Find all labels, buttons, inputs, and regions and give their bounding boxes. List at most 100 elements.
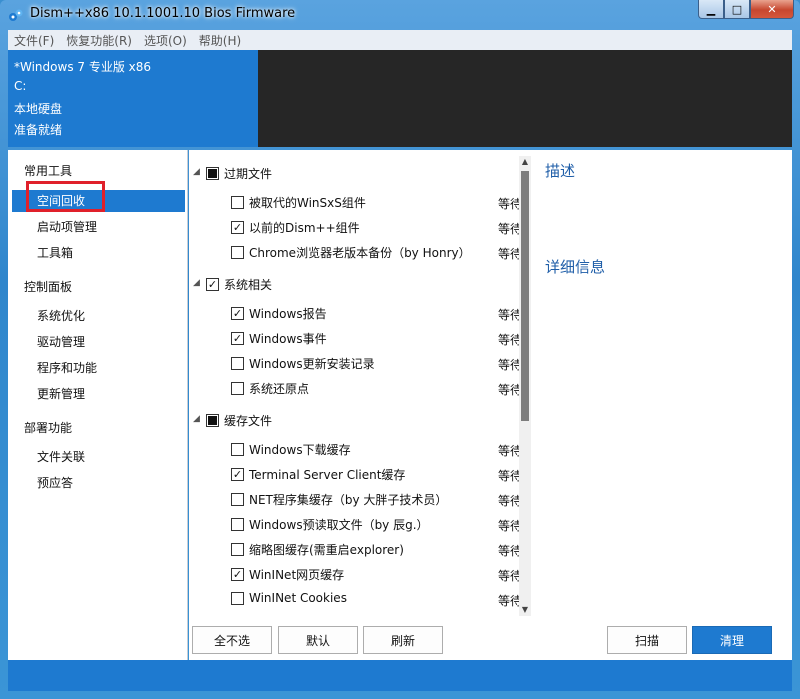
clean-button[interactable]: 清理 xyxy=(692,626,772,654)
scan-button[interactable]: 扫描 xyxy=(607,626,687,654)
menu-file[interactable]: 文件(F) xyxy=(8,32,60,49)
option-label: 缩略图缓存(需重启explorer) xyxy=(249,543,404,557)
option-status: 等待 xyxy=(498,222,520,236)
list-scrollbar[interactable]: ▲ ▼ xyxy=(519,156,531,616)
cleanup-content: ◢ 过期文件 被取代的WinSxS组件 等待 ✓ 以前的Dism++组件 等待 C… xyxy=(189,150,792,660)
category-cache[interactable]: 缓存文件 xyxy=(206,412,272,429)
category-system[interactable]: ✓ 系统相关 xyxy=(206,276,272,293)
highlight-annotation xyxy=(26,181,105,212)
option-row[interactable]: ✓ Windows事件 xyxy=(231,330,327,347)
category-label: 系统相关 xyxy=(224,278,273,292)
close-button[interactable]: ✕ xyxy=(750,0,794,19)
option-checkbox[interactable] xyxy=(231,543,244,556)
system-info-panel[interactable]: *Windows 7 专业版 x86 C: 本地硬盘 准备就绪 xyxy=(8,50,258,147)
minimize-button[interactable]: ▁ xyxy=(698,0,724,19)
option-status: 等待 xyxy=(498,444,520,458)
sidebar-group-deploy: 部署功能 xyxy=(24,421,73,435)
option-checkbox[interactable] xyxy=(231,357,244,370)
menu-restore[interactable]: 恢复功能(R) xyxy=(60,32,138,49)
option-row[interactable]: WinINet Cookies xyxy=(231,591,347,605)
option-row[interactable]: Chrome浏览器老版本备份（by Honry） xyxy=(231,244,471,261)
check-icon[interactable]: ✓ xyxy=(231,332,244,345)
check-icon[interactable]: ✓ xyxy=(231,307,244,320)
check-icon[interactable]: ✓ xyxy=(206,278,219,291)
refresh-button[interactable]: 刷新 xyxy=(363,626,443,654)
category-expired-files[interactable]: 过期文件 xyxy=(206,165,272,182)
deselect-all-button[interactable]: 全不选 xyxy=(192,626,272,654)
option-status: 等待 xyxy=(498,519,520,533)
menu-help[interactable]: 帮助(H) xyxy=(193,32,247,49)
option-row[interactable]: Windows预读取文件（by 辰g.） xyxy=(231,516,429,533)
maximize-button[interactable]: □ xyxy=(724,0,750,19)
option-checkbox[interactable] xyxy=(231,591,244,605)
option-row[interactable]: ✓ Windows报告 xyxy=(231,305,327,322)
option-label: 被取代的WinSxS组件 xyxy=(249,196,366,210)
sidebar-item-answer-file[interactable]: 预应答 xyxy=(12,472,185,494)
scroll-up-icon[interactable]: ▲ xyxy=(519,156,531,168)
option-checkbox[interactable] xyxy=(231,382,244,395)
option-status: 等待 xyxy=(498,569,520,583)
option-label: WinINet网页缓存 xyxy=(249,568,345,582)
sidebar-item-startup[interactable]: 启动项管理 xyxy=(12,216,185,238)
app-window: Dism++x86 10.1.1001.10 Bios Firmware ▁ □… xyxy=(0,0,800,699)
sidebar-item-file-assoc[interactable]: 文件关联 xyxy=(12,446,185,468)
detail-info-title: 详细信息 xyxy=(545,258,606,276)
check-icon[interactable]: ✓ xyxy=(231,568,244,581)
session-list-panel xyxy=(258,50,792,147)
option-status: 等待 xyxy=(498,383,520,397)
scrollbar-thumb[interactable] xyxy=(521,171,529,421)
option-label: Windows预读取文件（by 辰g.） xyxy=(249,518,429,532)
option-row[interactable]: NET程序集缓存（by 大胖子技术员） xyxy=(231,491,447,508)
option-row[interactable]: 被取代的WinSxS组件 xyxy=(231,194,366,211)
option-label: Windows下载缓存 xyxy=(249,443,351,457)
menu-options[interactable]: 选项(O) xyxy=(138,32,193,49)
option-checkbox[interactable] xyxy=(231,493,244,506)
option-checkbox[interactable] xyxy=(231,246,244,259)
triangle-down-icon[interactable]: ◢ xyxy=(193,167,200,177)
scroll-down-icon[interactable]: ▼ xyxy=(519,604,531,616)
option-row[interactable]: 系统还原点 xyxy=(231,380,309,397)
triangle-down-icon[interactable]: ◢ xyxy=(193,278,200,288)
dism-gear-icon xyxy=(9,9,23,21)
option-status: 等待 xyxy=(498,247,520,261)
session-status: 准备就绪 xyxy=(14,123,63,137)
option-label: Windows报告 xyxy=(249,307,327,321)
category-checkbox[interactable] xyxy=(206,414,219,427)
option-row[interactable]: ✓ 以前的Dism++组件 xyxy=(231,219,360,236)
title-bar[interactable]: Dism++x86 10.1.1001.10 Bios Firmware ▁ □… xyxy=(0,0,800,30)
sidebar-item-updates[interactable]: 更新管理 xyxy=(12,383,185,405)
option-status: 等待 xyxy=(498,197,520,211)
option-status: 等待 xyxy=(498,308,520,322)
category-checkbox[interactable] xyxy=(206,167,219,180)
option-label: Terminal Server Client缓存 xyxy=(249,468,406,482)
sidebar-item-toolbox[interactable]: 工具箱 xyxy=(12,242,185,264)
option-checkbox[interactable] xyxy=(231,518,244,531)
option-row[interactable]: ✓ WinINet网页缓存 xyxy=(231,566,344,583)
check-icon[interactable]: ✓ xyxy=(231,221,244,234)
option-row[interactable]: ✓ Terminal Server Client缓存 xyxy=(231,466,405,483)
option-status: 等待 xyxy=(498,333,520,347)
sidebar-item-programs[interactable]: 程序和功能 xyxy=(12,357,185,379)
check-icon[interactable]: ✓ xyxy=(231,468,244,481)
sidebar-item-drivers[interactable]: 驱动管理 xyxy=(12,331,185,353)
drive-letter: C: xyxy=(14,79,27,93)
sidebar-group-control-panel: 控制面板 xyxy=(24,280,73,294)
category-label: 缓存文件 xyxy=(224,414,273,428)
option-row[interactable]: 缩略图缓存(需重启explorer) xyxy=(231,541,404,558)
sidebar-item-system-optimize[interactable]: 系统优化 xyxy=(12,305,185,327)
option-checkbox[interactable] xyxy=(231,443,244,456)
option-label: Windows更新安装记录 xyxy=(249,357,375,371)
triangle-down-icon[interactable]: ◢ xyxy=(193,414,200,424)
menu-bar: 文件(F) 恢复功能(R) 选项(O) 帮助(H) xyxy=(8,30,792,50)
default-button[interactable]: 默认 xyxy=(278,626,358,654)
window-title: Dism++x86 10.1.1001.10 Bios Firmware xyxy=(30,6,296,21)
option-label: 系统还原点 xyxy=(249,382,310,396)
option-label: 以前的Dism++组件 xyxy=(249,221,360,235)
category-label: 过期文件 xyxy=(224,167,273,181)
os-name: *Windows 7 专业版 x86 xyxy=(14,60,152,74)
option-status: 等待 xyxy=(498,469,520,483)
option-row[interactable]: Windows更新安装记录 xyxy=(231,355,375,372)
option-row[interactable]: Windows下载缓存 xyxy=(231,441,351,458)
option-status: 等待 xyxy=(498,544,520,558)
option-checkbox[interactable] xyxy=(231,196,244,209)
